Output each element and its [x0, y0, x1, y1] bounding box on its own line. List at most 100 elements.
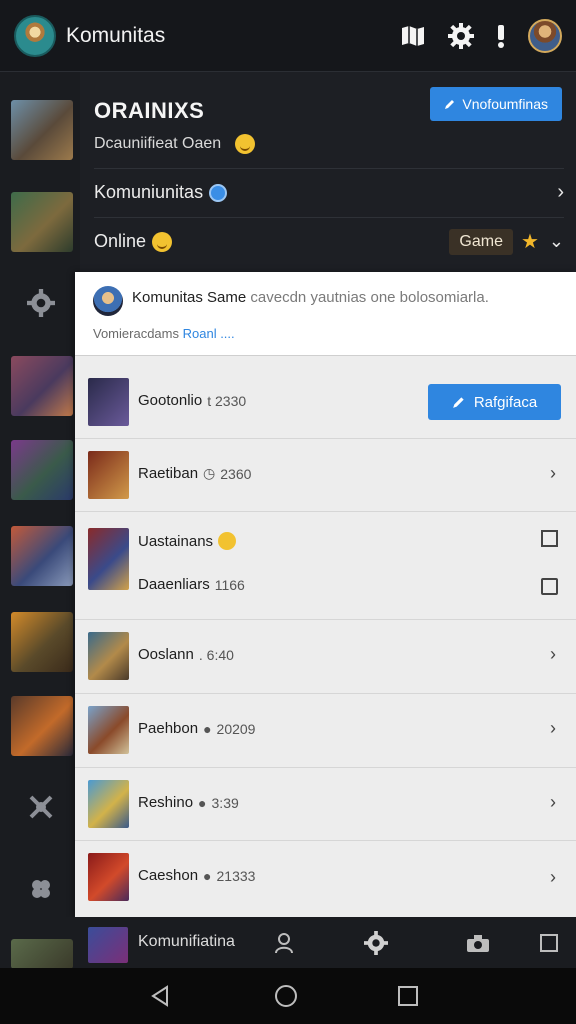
list-item[interactable]: Paehbon ● 20209 › [75, 694, 576, 768]
header-row-label: Komuniunitas [94, 182, 204, 202]
pencil-icon [445, 100, 455, 109]
thumbnail [88, 632, 129, 680]
list-item[interactable]: Gootonlio t 2330 Rafgifaca [75, 366, 576, 439]
crossed-swords-icon[interactable] [24, 790, 58, 824]
top-actions [400, 18, 562, 53]
list-item-title: Reshino [138, 794, 194, 811]
gear-icon[interactable] [24, 286, 58, 320]
community-subtitle: Dcauniifieat Oaen [94, 134, 256, 154]
list-item-meta: 1166 [214, 576, 245, 593]
list-item[interactable]: Caeshon ● 21333 › [75, 841, 576, 917]
smile-icon [152, 231, 173, 252]
list-item[interactable]: Ooslann . 6:40 › [75, 620, 576, 694]
list-item-title: Caeshon [138, 867, 199, 884]
gear-icon[interactable] [362, 929, 390, 957]
community-header: ORAINIXS Vnofoumfinas Dcauniifieat Oaen … [80, 72, 576, 272]
list-item-meta: 20209 [216, 720, 256, 737]
list-item-text: Uastainans [138, 532, 237, 550]
edit-button[interactable]: Vnofoumfinas [430, 87, 562, 121]
bottom-tab-bar: Komunifiatina [0, 917, 576, 969]
globe-icon: ● [203, 720, 212, 737]
smile-icon [218, 532, 237, 550]
rail-thumb[interactable] [11, 612, 73, 672]
list-item-text: Gootonlio t 2330 [138, 392, 246, 409]
list-item-title: Raetiban [138, 465, 199, 482]
list-item[interactable]: Raetiban ◷ 2360 › [75, 439, 576, 512]
clock-icon: ◷ [203, 465, 216, 481]
verified-icon [209, 183, 228, 202]
camera-icon[interactable] [464, 929, 492, 957]
list-item-text: Ooslann . 6:40 [138, 646, 234, 663]
list-item-text: Caeshon ● 21333 [138, 867, 255, 884]
popup-card[interactable]: Komunitas Same cavecdn yautnias one bolo… [75, 272, 576, 356]
chevron-right-icon: › [550, 644, 556, 664]
app-logo[interactable] [14, 14, 56, 57]
community-title: ORAINIXS [94, 98, 205, 123]
alert-icon[interactable] [496, 24, 506, 48]
popup-sub-text: Vomieracdams [93, 326, 179, 341]
list-item-subtitle: Daaenliars [138, 576, 210, 593]
square-icon[interactable] [535, 929, 563, 957]
popup-text: Komunitas Same cavecdn yautnias one bolo… [132, 289, 489, 306]
clover-icon[interactable] [24, 872, 58, 906]
list-item[interactable]: Reshino ● 3:39 › [75, 768, 576, 841]
list-item[interactable]: Uastainans Daaenliars 1166 [75, 512, 576, 620]
chevron-right-icon: › [550, 463, 556, 483]
popup-link[interactable]: Roanl .... [183, 326, 235, 341]
popup-title: Komunitas Same [132, 289, 247, 306]
smile-icon [235, 134, 256, 154]
list-item-meta: 21333 [216, 867, 256, 884]
game-chip[interactable]: Game [449, 228, 513, 255]
list-item-text: Paehbon ● 20209 [138, 720, 255, 737]
system-nav-bar [0, 968, 576, 1024]
rail-thumb[interactable] [11, 100, 73, 160]
chevron-down-icon[interactable]: ⌄ [549, 231, 564, 252]
expand-icon[interactable] [541, 578, 558, 595]
list-item-title: Gootonlio [138, 392, 203, 409]
gear-icon[interactable] [448, 22, 474, 49]
thumbnail [88, 706, 129, 754]
globe-icon: ● [203, 867, 212, 884]
home-icon[interactable] [272, 982, 300, 1010]
popup-sub: Vomieracdams Roanl .... [93, 326, 235, 341]
header-row-online[interactable]: Online Game ★ ⌄ [94, 217, 564, 265]
rail-thumb[interactable] [11, 440, 73, 500]
thumbnail [88, 853, 129, 901]
thumbnail [88, 451, 129, 499]
avatar[interactable] [528, 18, 562, 53]
map-icon[interactable] [400, 24, 426, 48]
rail-thumb[interactable] [11, 939, 73, 969]
chevron-right-icon: › [557, 181, 564, 203]
list-item-meta: 2360 [220, 465, 252, 482]
avatar [93, 286, 123, 316]
checkbox[interactable] [541, 530, 558, 547]
person-icon[interactable] [270, 929, 298, 957]
list-item-meta: . 6:40 [198, 646, 234, 663]
top-bar: Komunitas [0, 0, 576, 72]
subtitle-text: Dcauniifieat Oaen [94, 135, 222, 152]
action-button[interactable]: Rafgifaca [428, 384, 561, 420]
thumbnail[interactable] [88, 927, 128, 963]
pencil-icon [452, 397, 464, 408]
rail-thumb[interactable] [11, 356, 73, 416]
header-row-label: Online [94, 231, 147, 251]
globe-icon: ● [198, 794, 207, 811]
popup-body: cavecdn yautnias one bolosomiarla. [250, 289, 489, 306]
recents-icon[interactable] [394, 982, 422, 1010]
rail-thumb[interactable] [11, 696, 73, 756]
app-title: Komunitas [66, 23, 166, 47]
rail-thumb[interactable] [11, 192, 73, 252]
star-icon[interactable]: ★ [521, 229, 539, 254]
list-item-title: Ooslann [138, 646, 194, 663]
chevron-right-icon: › [550, 792, 556, 812]
list-item-meta: 3:39 [211, 794, 239, 811]
tab-label[interactable]: Komunifiatina [138, 933, 235, 951]
header-row-community[interactable]: Komuniunitas › [94, 168, 564, 216]
list-item-text: Reshino ● 3:39 [138, 794, 239, 811]
list-item-title: Uastainans [138, 532, 214, 550]
list-item-text: Raetiban ◷ 2360 [138, 465, 251, 482]
edit-button-label: Vnofoumfinas [462, 96, 548, 112]
chevron-right-icon: › [550, 718, 556, 738]
rail-thumb[interactable] [11, 526, 73, 586]
back-icon[interactable] [146, 982, 174, 1010]
